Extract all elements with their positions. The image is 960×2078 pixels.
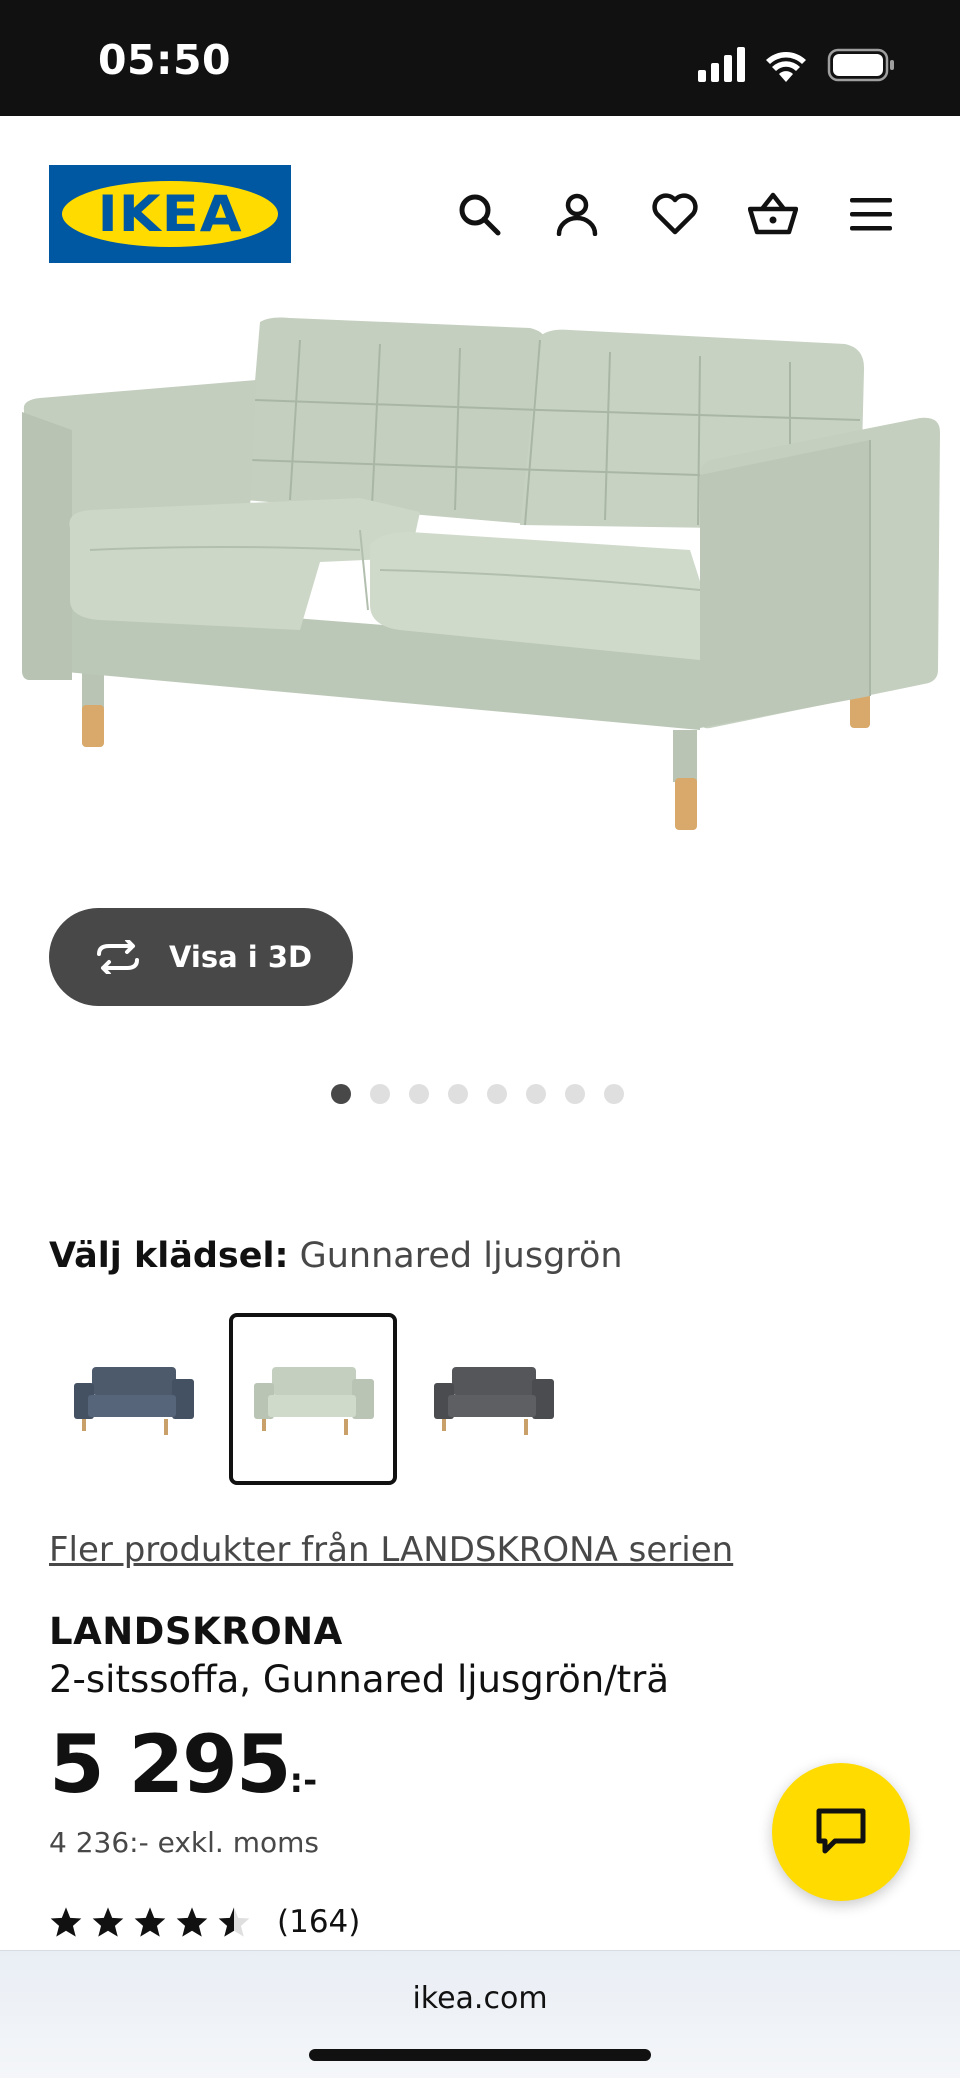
- price-ex-vat: 4 236:- exkl. moms: [49, 1826, 319, 1859]
- swatch-blue[interactable]: [49, 1313, 217, 1485]
- sofa-thumbnail: [434, 1367, 554, 1435]
- product-rating[interactable]: (164): [49, 1904, 360, 1940]
- series-link[interactable]: Fler produkter från LANDSKRONA serien: [49, 1530, 733, 1570]
- signal-icon: [698, 47, 745, 82]
- battery-icon: [827, 48, 894, 82]
- star-half-icon: [218, 1907, 250, 1937]
- menu-icon[interactable]: [842, 185, 900, 243]
- wifi-icon: [766, 52, 806, 82]
- chat-icon: [816, 1808, 866, 1854]
- swatch-light-green[interactable]: [229, 1313, 397, 1485]
- sofa-thumbnail: [74, 1367, 194, 1435]
- status-icons: [698, 47, 894, 82]
- upholstery-label: Välj klädsel:: [49, 1236, 289, 1276]
- product-price: 5 295:-: [49, 1718, 317, 1811]
- carousel-dot[interactable]: [370, 1084, 390, 1104]
- upholstery-swatches: [49, 1313, 577, 1485]
- carousel-dot[interactable]: [487, 1084, 507, 1104]
- status-bar: 05:50: [0, 0, 960, 116]
- carousel-dot[interactable]: [331, 1084, 351, 1104]
- rotate-3d-icon: [97, 940, 139, 974]
- sofa-thumbnail: [254, 1367, 374, 1435]
- chat-button[interactable]: [772, 1763, 910, 1901]
- product-image[interactable]: [0, 300, 960, 920]
- url-text: ikea.com: [412, 1981, 548, 2016]
- search-icon[interactable]: [450, 185, 508, 243]
- rating-stars: [49, 1906, 251, 1938]
- carousel-dot[interactable]: [526, 1084, 546, 1104]
- basket-icon[interactable]: [744, 185, 802, 243]
- rating-count: (164): [277, 1904, 361, 1940]
- star-icon: [134, 1907, 166, 1937]
- swatch-dark-gray[interactable]: [409, 1313, 577, 1485]
- view-3d-label: Visa i 3D: [169, 940, 313, 974]
- logo-oval: IKEA: [62, 181, 278, 247]
- browser-url-bar[interactable]: ikea.com: [0, 1950, 960, 2078]
- carousel-dot[interactable]: [448, 1084, 468, 1104]
- status-time: 05:50: [98, 36, 232, 84]
- home-indicator: [309, 2049, 651, 2061]
- logo-text: IKEA: [97, 185, 243, 243]
- star-icon: [176, 1907, 208, 1937]
- product-name: LANDSKRONA: [49, 1610, 343, 1653]
- ikea-logo[interactable]: IKEA: [49, 165, 291, 263]
- carousel-dots: [331, 1084, 624, 1104]
- star-icon: [50, 1907, 82, 1937]
- heart-icon[interactable]: [646, 185, 704, 243]
- carousel-dot[interactable]: [604, 1084, 624, 1104]
- header-icons: [450, 184, 900, 244]
- upholstery-value: Gunnared ljusgrön: [299, 1236, 623, 1276]
- carousel-dot[interactable]: [565, 1084, 585, 1104]
- product-description: 2-sitssoffa, Gunnared ljusgrön/trä: [49, 1658, 670, 1701]
- view-3d-button[interactable]: Visa i 3D: [49, 908, 353, 1006]
- upholstery-selector-label: Välj klädsel: Gunnared ljusgrön: [49, 1236, 623, 1276]
- star-icon: [92, 1907, 124, 1937]
- price-suffix: :-: [289, 1761, 318, 1801]
- carousel-dot[interactable]: [409, 1084, 429, 1104]
- account-icon[interactable]: [548, 185, 606, 243]
- price-amount: 5 295: [49, 1718, 292, 1811]
- sofa-illustration: [22, 317, 940, 830]
